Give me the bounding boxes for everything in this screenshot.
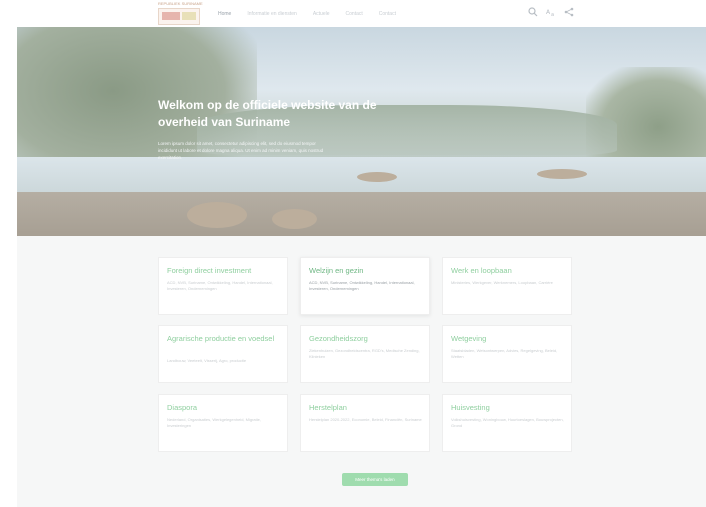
theme-card[interactable]: Diaspora Nederland, Organisaties, Werkge… <box>158 394 288 452</box>
hero-rock <box>357 172 397 182</box>
theme-card-desc: ACD, NVB, Suriname, Ontwikkeling, Handel… <box>309 280 415 291</box>
coat-of-arms-logo <box>158 8 200 25</box>
share-icon[interactable] <box>563 7 575 19</box>
hero-rock <box>537 169 587 179</box>
theme-card[interactable]: Agrarische productie en voedsel Landbouw… <box>158 325 288 383</box>
theme-card-desc: Staatsbladen, Wetsontwerpen, Advies, Reg… <box>451 348 558 359</box>
hero-banner: Welkom op de officiele website van de ov… <box>17 27 706 236</box>
hero-title: Welkom op de officiele website van de ov… <box>158 98 377 129</box>
site-header: REPUBLIEK SURINAME Home Informatie en di… <box>0 0 706 27</box>
theme-card-desc: Landbouw, Veeteelt, Visserij, Agro, prod… <box>167 358 247 363</box>
nav-actueel[interactable]: Actuele <box>313 9 330 19</box>
theme-card-title: Wetgeving <box>451 334 487 343</box>
hero-rock <box>187 202 247 228</box>
theme-card[interactable]: Wetgeving Staatsbladen, Wetsontwerpen, A… <box>442 325 572 383</box>
search-icon[interactable] <box>527 7 539 19</box>
theme-card-title: Werk en loopbaan <box>451 266 512 275</box>
hero-text: Lorem ipsum dolor sit amet, consectetur … <box>158 141 324 160</box>
translate-icon[interactable]: Aa <box>545 7 557 19</box>
logo-mark <box>162 12 180 20</box>
theme-card[interactable]: Werk en loopbaan Ministeries, Werkgever,… <box>442 257 572 315</box>
theme-card-title: Agrarische productie en voedsel <box>167 334 275 343</box>
nav-contact-1[interactable]: Contact <box>346 9 363 19</box>
theme-card-title: Welzijn en gezin <box>309 266 364 275</box>
theme-card[interactable]: Herstelplan Herstelplan 2020-2022, Econo… <box>300 394 430 452</box>
theme-card[interactable]: Gezondheidszorg Ziekenhuizen, Gezondheid… <box>300 325 430 383</box>
theme-card-title: Herstelplan <box>309 403 347 412</box>
theme-card-desc: ACD, NVB, Suriname, Ontwikkeling, Handel… <box>167 280 273 291</box>
theme-card-desc: Nederland, Organisaties, Werkgelegenheid… <box>167 417 261 428</box>
theme-card-desc: Ministeries, Werkgever, Werknemers, Loop… <box>451 280 553 285</box>
theme-card-desc: Ziekenhuizen, Gezondheidscentra, RGD's, … <box>309 348 420 359</box>
hero-rocks <box>17 192 706 236</box>
nav-info[interactable]: Informatie en diensten <box>247 9 296 19</box>
theme-card-title: Foreign direct investment <box>167 266 252 275</box>
theme-card-desc: Herstelplan 2020-2022, Economie, Beleid,… <box>309 417 422 422</box>
themes-section: Foreign direct investment ACD, NVB, Suri… <box>17 236 706 507</box>
theme-card-desc: Volkshuisvesting, Woningbouw, Huurtoesla… <box>451 417 564 428</box>
main-nav: Home Informatie en diensten Actuele Cont… <box>218 9 412 19</box>
logo-mark <box>182 12 196 20</box>
theme-card[interactable]: Welzijn en gezin ACD, NVB, Suriname, Ont… <box>300 257 430 315</box>
nav-home[interactable]: Home <box>218 9 231 19</box>
site-logo[interactable]: REPUBLIEK SURINAME <box>158 1 203 25</box>
theme-card-title: Gezondheidszorg <box>309 334 368 343</box>
nav-contact-2[interactable]: Contact <box>379 9 396 19</box>
theme-card[interactable]: Foreign direct investment ACD, NVB, Suri… <box>158 257 288 315</box>
theme-card-title: Diaspora <box>167 403 198 412</box>
logo-text: REPUBLIEK SURINAME <box>158 1 203 6</box>
load-more-themes-button[interactable]: Meer thema's laden <box>342 473 408 486</box>
theme-card-title: Huisvesting <box>451 403 490 412</box>
theme-card[interactable]: Huisvesting Volkshuisvesting, Woningbouw… <box>442 394 572 452</box>
svg-text:a: a <box>551 12 554 17</box>
hero-rock <box>272 209 317 229</box>
